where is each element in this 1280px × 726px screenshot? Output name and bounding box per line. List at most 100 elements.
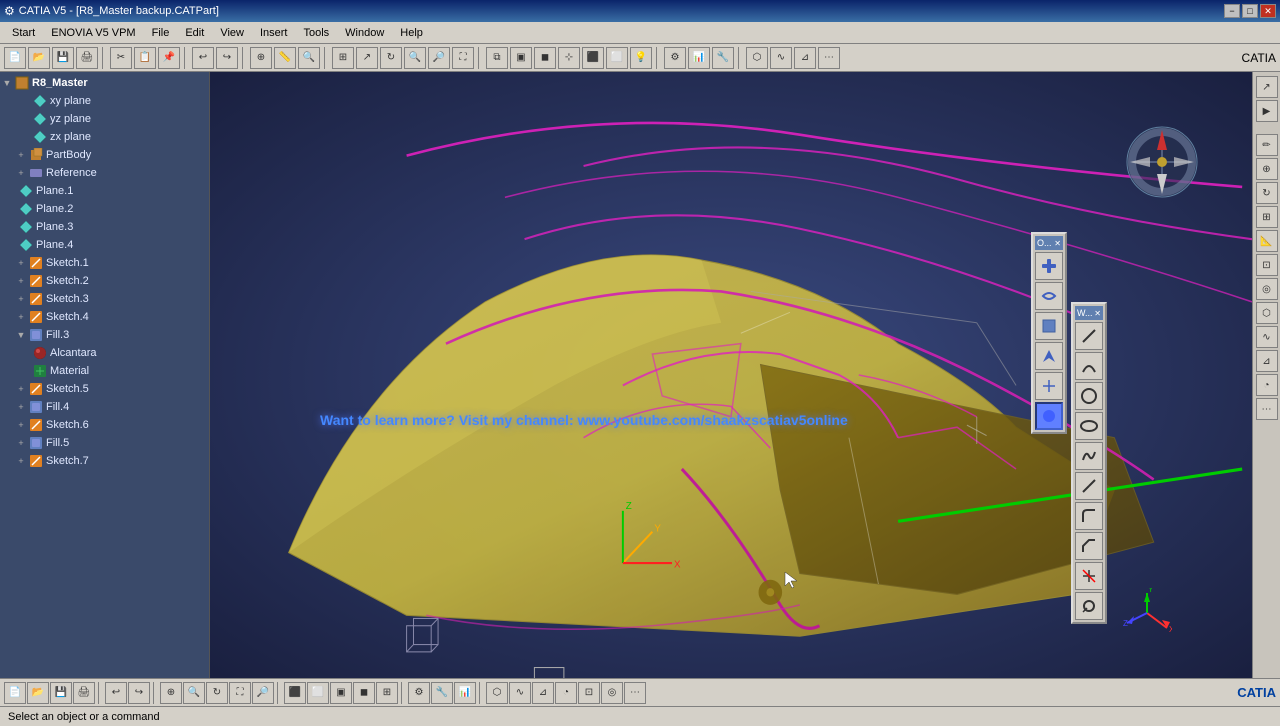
tree-item-fill3[interactable]: ▼ Fill.3: [0, 326, 209, 344]
expand-sketch4[interactable]: +: [14, 310, 28, 324]
tree-item-sketch7[interactable]: + Sketch.7: [0, 452, 209, 470]
op-circle[interactable]: [1035, 402, 1063, 430]
bt-btn4[interactable]: 🖨: [73, 682, 95, 704]
tb-paste[interactable]: 📌: [158, 47, 180, 69]
expand-partbody[interactable]: +: [14, 148, 28, 162]
tb-measure[interactable]: 📏: [274, 47, 296, 69]
wf-chamfer[interactable]: [1075, 532, 1103, 560]
tb-extra1[interactable]: ⬡: [746, 47, 768, 69]
fr-select[interactable]: ↗: [1256, 76, 1278, 98]
tb-extra4[interactable]: ⋯: [818, 47, 840, 69]
bt-btn21[interactable]: ∿: [509, 682, 531, 704]
tree-item-sketch6[interactable]: + Sketch.6: [0, 416, 209, 434]
bt-btn8[interactable]: 🔍: [183, 682, 205, 704]
fr-render1[interactable]: ◎: [1256, 278, 1278, 300]
expand-fill3[interactable]: ▼: [14, 328, 28, 342]
tb-fit[interactable]: ⛶: [452, 47, 474, 69]
expand-fill4[interactable]: +: [14, 400, 28, 414]
fr-rotate[interactable]: ↻: [1256, 182, 1278, 204]
wf-project[interactable]: [1075, 592, 1103, 620]
fr-curve[interactable]: ∿: [1256, 326, 1278, 348]
tree-item-fill4[interactable]: + Fill.4: [0, 398, 209, 416]
tb-analyze[interactable]: 📊: [688, 47, 710, 69]
tb-open[interactable]: 📂: [28, 47, 50, 69]
bt-btn11[interactable]: 🔎: [252, 682, 274, 704]
bt-btn10[interactable]: ⛶: [229, 682, 251, 704]
bt-btn5[interactable]: ↩: [105, 682, 127, 704]
wf-spline[interactable]: [1075, 442, 1103, 470]
tree-item-sketch2[interactable]: + Sketch.2: [0, 272, 209, 290]
tb-cut[interactable]: ✂: [110, 47, 132, 69]
bt-btn1[interactable]: 📄: [4, 682, 26, 704]
tree-item-partbody[interactable]: + PartBody: [0, 146, 209, 164]
bt-btn16[interactable]: ⊞: [376, 682, 398, 704]
fr-snap[interactable]: ⊡: [1256, 254, 1278, 276]
tb-undo[interactable]: ↩: [192, 47, 214, 69]
tree-item-plane1[interactable]: Plane.1: [0, 182, 209, 200]
toolbar2-close[interactable]: ✕: [1094, 309, 1101, 318]
tree-item-plane2[interactable]: Plane.2: [0, 200, 209, 218]
tb-select[interactable]: ↗: [356, 47, 378, 69]
wf-connect[interactable]: [1075, 472, 1103, 500]
expand-sketch2[interactable]: +: [14, 274, 28, 288]
tb-zoom-out[interactable]: 🔎: [428, 47, 450, 69]
bt-btn7[interactable]: ⊕: [160, 682, 182, 704]
fr-fit[interactable]: ⊞: [1256, 206, 1278, 228]
fr-edit[interactable]: ✏: [1256, 134, 1278, 156]
tb-wire[interactable]: ▣: [510, 47, 532, 69]
bt-btn23[interactable]: ◔: [555, 682, 577, 704]
menu-insert[interactable]: Insert: [252, 25, 296, 41]
wf-circle[interactable]: [1075, 382, 1103, 410]
tree-item-zx-plane[interactable]: zx plane: [0, 128, 209, 146]
op-heal[interactable]: [1035, 282, 1063, 310]
expand-reference[interactable]: +: [14, 166, 28, 180]
tree-item-fill5[interactable]: + Fill.5: [0, 434, 209, 452]
tb-save[interactable]: 💾: [52, 47, 74, 69]
tree-item-plane3[interactable]: Plane.3: [0, 218, 209, 236]
menu-file[interactable]: File: [144, 25, 178, 41]
tb-axis[interactable]: ⊹: [558, 47, 580, 69]
fr-extra2[interactable]: ◔: [1256, 374, 1278, 396]
tb-extra2[interactable]: ∿: [770, 47, 792, 69]
tb-snap[interactable]: ⊕: [250, 47, 272, 69]
tree-item-plane4[interactable]: Plane.4: [0, 236, 209, 254]
fr-extra1[interactable]: ⊿: [1256, 350, 1278, 372]
tb-product[interactable]: ⚙: [664, 47, 686, 69]
bt-btn19[interactable]: 📊: [454, 682, 476, 704]
bt-btn2[interactable]: 📂: [27, 682, 49, 704]
maximize-button[interactable]: □: [1242, 4, 1258, 18]
tb-multi[interactable]: ⧉: [486, 47, 508, 69]
bt-btn18[interactable]: 🔧: [431, 682, 453, 704]
expand-sketch7[interactable]: +: [14, 454, 28, 468]
bt-btn15[interactable]: ◼: [353, 682, 375, 704]
bt-btn3[interactable]: 💾: [50, 682, 72, 704]
tree-item-sketch3[interactable]: + Sketch.3: [0, 290, 209, 308]
op-cube[interactable]: [1035, 312, 1063, 340]
tb-shade[interactable]: ◼: [534, 47, 556, 69]
wf-trim[interactable]: [1075, 562, 1103, 590]
tb-rotate[interactable]: ↻: [380, 47, 402, 69]
tb-search[interactable]: 🔍: [298, 47, 320, 69]
expand-sketch5[interactable]: +: [14, 382, 28, 396]
toolbar1-header[interactable]: O... ✕: [1035, 236, 1063, 250]
tb-grid[interactable]: ⊞: [332, 47, 354, 69]
tree-root[interactable]: ▼ R8_Master: [0, 74, 209, 92]
expand-fill5[interactable]: +: [14, 436, 28, 450]
menu-window[interactable]: Window: [337, 25, 392, 41]
menu-enovia[interactable]: ENOVIA V5 VPM: [43, 25, 143, 41]
tb-view1[interactable]: ⬛: [582, 47, 604, 69]
bt-btn9[interactable]: ↻: [206, 682, 228, 704]
fr-extra3[interactable]: ⋯: [1256, 398, 1278, 420]
tb-view2[interactable]: ⬜: [606, 47, 628, 69]
tb-copy[interactable]: 📋: [134, 47, 156, 69]
tb-render[interactable]: 💡: [630, 47, 652, 69]
3d-viewport[interactable]: Y Z X Want to learn m: [210, 72, 1252, 678]
tb-zoom-in[interactable]: 🔍: [404, 47, 426, 69]
fr-zoom[interactable]: ⊕: [1256, 158, 1278, 180]
tree-item-material[interactable]: Material: [0, 362, 209, 380]
expand-sketch1[interactable]: +: [14, 256, 28, 270]
op-join[interactable]: [1035, 252, 1063, 280]
menu-help[interactable]: Help: [392, 25, 431, 41]
fr-arrow-right[interactable]: ▶: [1256, 100, 1278, 122]
bt-btn17[interactable]: ⚙: [408, 682, 430, 704]
